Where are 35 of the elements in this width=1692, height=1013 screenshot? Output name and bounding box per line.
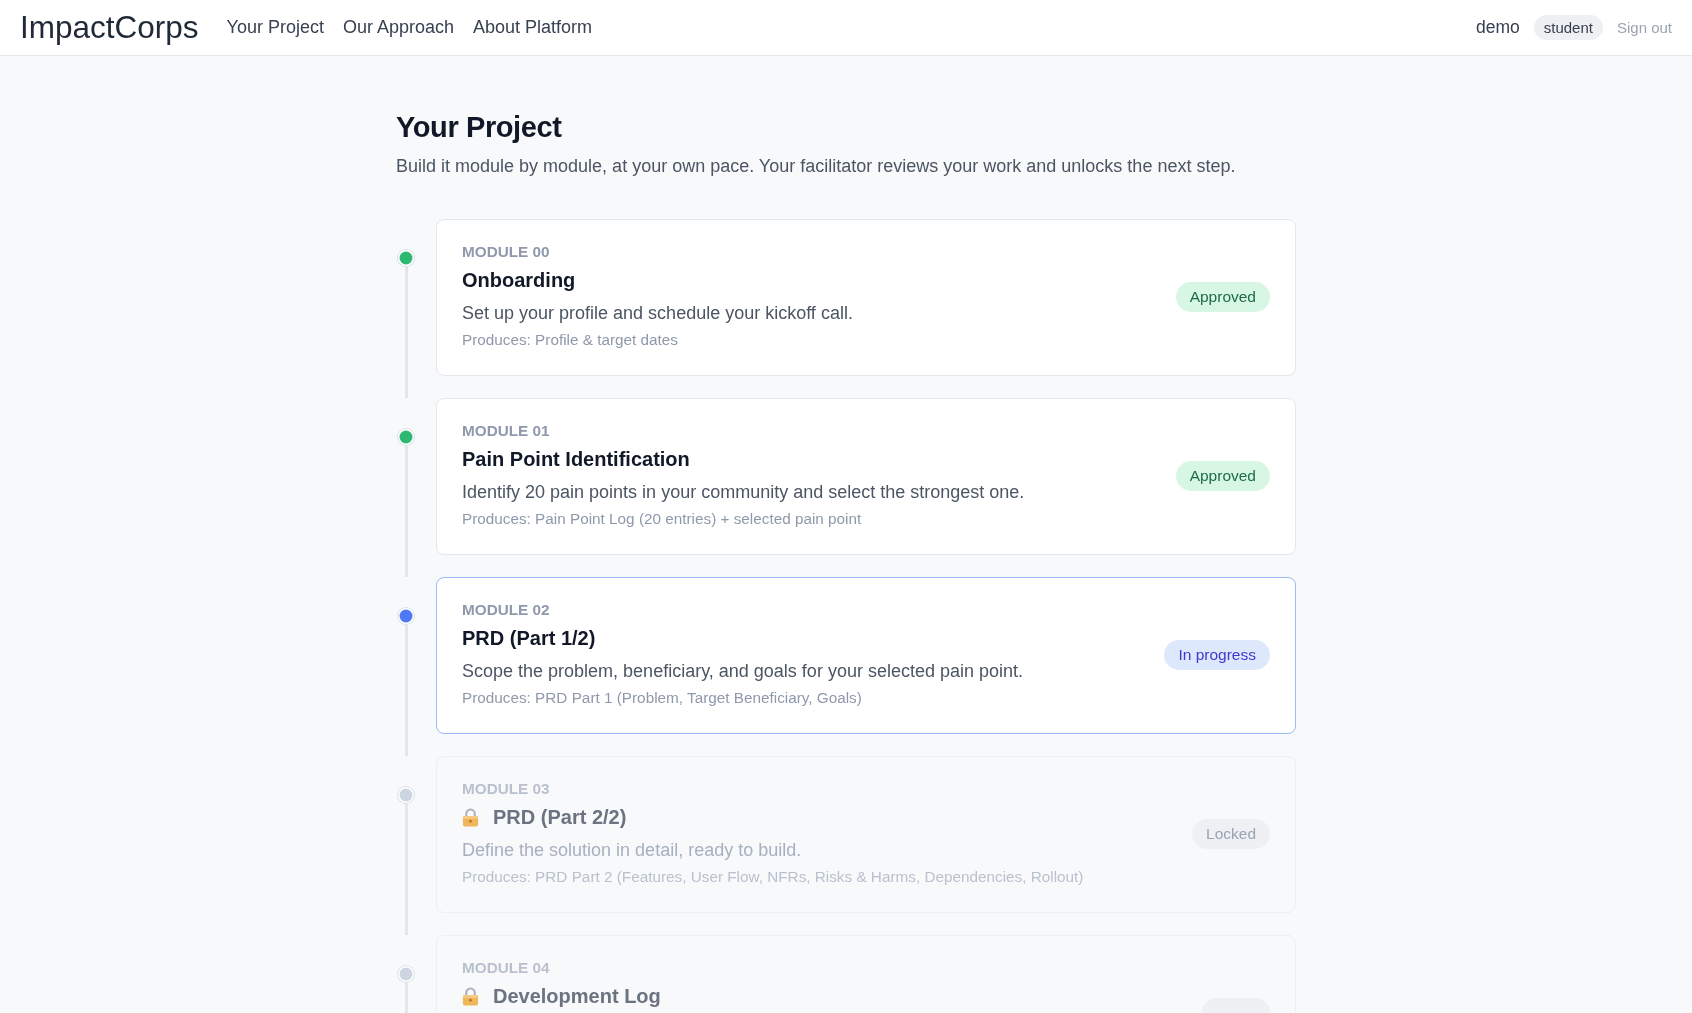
- module-title: Development Log: [493, 984, 661, 1009]
- module-card[interactable]: MODULE 00 Onboarding Set up your profile and schedule your kickoff call. Produces: Profile & target dates Approved: [436, 219, 1296, 376]
- module-deliverable: Produces: Profile & target dates: [462, 330, 678, 350]
- nav-link[interactable]: About Platform: [473, 17, 593, 38]
- module-number: MODULE 02: [462, 600, 550, 620]
- module-number: MODULE 04: [462, 958, 550, 978]
- module-title: Pain Point Identification: [462, 447, 690, 472]
- role-badge: student: [1533, 15, 1603, 40]
- page-title: Your Project: [396, 110, 562, 145]
- module-deliverable: Produces: PRD Part 1 (Problem, Target Beneficiary, Goals): [462, 688, 862, 708]
- nav-link[interactable]: Our Approach: [342, 17, 455, 38]
- brand-logo[interactable]: ImpactCorps: [20, 11, 199, 44]
- module-title: PRD (Part 1/2): [462, 626, 596, 651]
- module-number: MODULE 00: [462, 242, 550, 262]
- module-deliverable: Produces: Pain Point Log (20 entries) + selected pain point: [462, 509, 862, 529]
- module-card[interactable]: MODULE 01 Pain Point Identification Identify 20 pain points in your community and select the strongest one. Produces: Pain Point Log (20 entries) + selected pain point Approved: [436, 398, 1296, 555]
- module-card[interactable]: MODULE 02 PRD (Part 1/2) Scope the problem, beneficiary, and goals for your selected pain point. Produces: PRD Part 1 (Problem, Target Beneficiary, Goals) In progress: [436, 577, 1296, 734]
- status-badge: Locked: [1192, 819, 1270, 849]
- module-number: MODULE 01: [462, 421, 550, 441]
- padlock-icon: [462, 986, 479, 1006]
- status-badge: Approved: [1175, 461, 1270, 491]
- status-badge: In progress: [1164, 640, 1270, 670]
- status-badge: Approved: [1175, 282, 1270, 312]
- module-title: Onboarding: [462, 268, 576, 293]
- padlock-icon: [462, 807, 479, 827]
- user-name: demo: [1475, 17, 1520, 38]
- module-number: MODULE 03: [462, 779, 550, 799]
- module-description: Define the solution in detail, ready to build.: [462, 839, 802, 862]
- module-description: Set up your profile and schedule your kickoff call.: [462, 302, 853, 325]
- page-subtitle: Build it module by module, at your own pace. Your facilitator reviews your work and unlocks the next step.: [396, 155, 1236, 178]
- module-description: Identify 20 pain points in your community and select the strongest one.: [462, 481, 1025, 504]
- module-deliverable: Produces: PRD Part 2 (Features, User Flow, NFRs, Risks & Harms, Dependencies, Rollout): [462, 867, 1084, 887]
- module-description: Scope the problem, beneficiary, and goals for your selected pain point.: [462, 660, 1023, 683]
- module-title: PRD (Part 2/2): [493, 805, 627, 830]
- nav-link[interactable]: Your Project: [226, 17, 324, 38]
